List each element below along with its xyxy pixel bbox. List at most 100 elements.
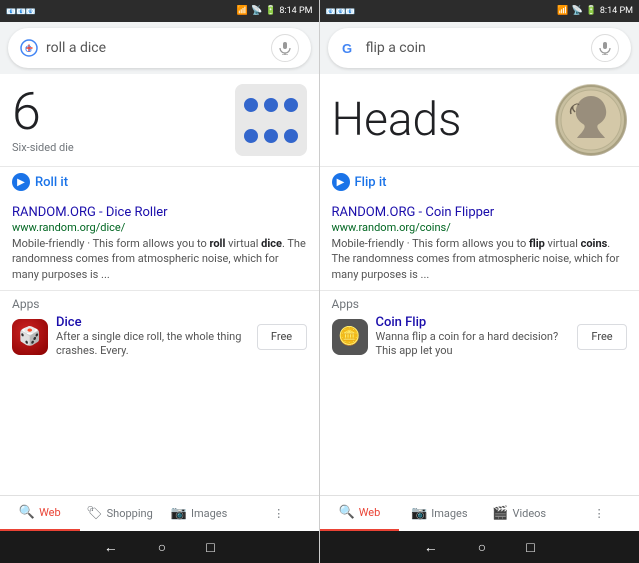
tab-web-right[interactable]: 🔍 Web [320, 496, 400, 531]
tab-videos-right[interactable]: 🎬 Videos [479, 496, 559, 531]
result-title-right[interactable]: RANDOM.ORG - Coin Flipper [332, 205, 628, 220]
tab-web-label-right: Web [359, 506, 381, 519]
dice-free-button[interactable]: Free [257, 324, 307, 350]
status-icons-left: 📧📧📧 [6, 7, 36, 16]
shopping-icon-left: 🏷 [86, 506, 103, 521]
time-display-right: 8:14 PM [600, 6, 633, 16]
result-snippet-right: Mobile-friendly · This form allows you t… [332, 236, 628, 282]
search-bar-right[interactable]: G flip a coin [328, 28, 632, 68]
tab-images-right[interactable]: 📷 Images [399, 496, 479, 531]
dice-app-name[interactable]: Dice [56, 315, 249, 330]
svg-text:G: G [25, 44, 32, 54]
url-base-left: www.random.org/ [12, 221, 100, 234]
result-title-left[interactable]: RANDOM.ORG - Dice Roller [12, 205, 307, 220]
wifi-icon-right: 📡 [571, 6, 582, 16]
coin-result-info: Heads [332, 93, 462, 147]
url-base-right: www.random.org/ [332, 221, 420, 234]
dice-result-info: 6 Six-sided die [12, 86, 74, 154]
status-icons-right-left: 📧📧📧 [326, 7, 356, 16]
coin-app-desc: Wanna flip a coin for a hard decision? T… [376, 330, 570, 359]
coin-app-info: Coin Flip Wanna flip a coin for a hard d… [376, 315, 570, 359]
result-url-right: www.random.org/coins/ [332, 221, 628, 234]
roll-it-button[interactable]: ▶ Roll it [0, 167, 319, 197]
roll-it-label: Roll it [35, 175, 68, 190]
left-panel: 📧📧📧 📶 📡 🔋 8:14 PM G roll a dice [0, 0, 320, 563]
search-bar-left[interactable]: G roll a dice [8, 28, 311, 68]
tab-images-label-left: Images [191, 507, 227, 520]
more-menu-right[interactable]: ⋮ [559, 496, 639, 531]
bottom-nav-left: 🔍 Web 🏷 Shopping 📷 Images ⋮ [0, 495, 319, 531]
random-org-coin-result[interactable]: RANDOM.ORG - Coin Flipper www.random.org… [320, 197, 639, 291]
wifi-icon: 📡 [251, 6, 262, 16]
system-nav-left: ← ○ □ [0, 531, 319, 563]
more-menu-left[interactable]: ⋮ [239, 496, 319, 531]
apps-label-left: Apps [12, 297, 307, 311]
home-button-left[interactable]: ○ [158, 539, 166, 556]
coin-svg [555, 84, 627, 156]
more-icon-right: ⋮ [594, 507, 605, 520]
dice-app-icon: 🎲 [12, 319, 48, 355]
tab-shopping-left[interactable]: 🏷 Shopping [80, 496, 160, 531]
back-button-right[interactable]: ← [424, 539, 438, 556]
mic-button-right[interactable] [591, 34, 619, 62]
signal-icon-right: 📶 [557, 6, 568, 16]
web-icon-left: 🔍 [19, 505, 35, 520]
recents-button-left[interactable]: □ [206, 539, 214, 556]
apps-section-right: Apps 🪙 Coin Flip Wanna flip a coin for a… [320, 291, 639, 363]
web-icon-right: 🔍 [339, 505, 355, 520]
time-display: 8:14 PM [279, 6, 312, 16]
search-query-right: flip a coin [366, 40, 592, 56]
url-path-right: coins/ [420, 221, 451, 234]
dice-number: 6 [12, 86, 74, 138]
coin-app-icon-emoji: 🪙 [338, 326, 360, 347]
random-org-dice-result[interactable]: RANDOM.ORG - Dice Roller www.random.org/… [0, 197, 319, 291]
apps-label-right: Apps [332, 297, 628, 311]
notification-icons-right: 📧📧📧 [326, 7, 356, 16]
images-icon-right: 📷 [411, 506, 427, 521]
url-path-left: dice/ [100, 221, 125, 234]
apps-section-left: Apps 🎲 Dice After a single dice roll, th… [0, 291, 319, 363]
bottom-nav-right: 🔍 Web 📷 Images 🎬 Videos ⋮ [320, 495, 639, 531]
flip-arrow-icon: ▶ [332, 173, 350, 191]
tab-images-left[interactable]: 📷 Images [159, 496, 239, 531]
google-logo-right: G [340, 39, 358, 57]
dice-result-card: 6 Six-sided die [0, 74, 319, 167]
flip-it-label: Flip it [355, 175, 387, 190]
search-query-left: roll a dice [46, 40, 271, 56]
dice-app-desc: After a single dice roll, the whole thin… [56, 330, 249, 359]
videos-icon-right: 🎬 [492, 506, 508, 521]
dice-visual [235, 84, 307, 156]
dice-app-icon-emoji: 🎲 [19, 326, 41, 347]
google-logo-left: G [20, 39, 38, 57]
notification-icons: 📧📧📧 [6, 7, 36, 16]
mic-button-left[interactable] [271, 34, 299, 62]
dot-3 [284, 98, 298, 112]
home-button-right[interactable]: ○ [478, 539, 486, 556]
dice-app-info: Dice After a single dice roll, the whole… [56, 315, 249, 359]
roll-arrow-icon: ▶ [12, 173, 30, 191]
dot-5 [264, 129, 278, 143]
dice-label: Six-sided die [12, 141, 74, 154]
coin-result-text: Heads [332, 93, 462, 147]
dot-6 [284, 129, 298, 143]
coin-free-button[interactable]: Free [577, 324, 627, 350]
svg-text:G: G [342, 41, 352, 56]
system-nav-right: ← ○ □ [320, 531, 639, 563]
status-icons-right-right: 📶 📡 🔋 8:14 PM [557, 6, 633, 16]
status-bar-left: 📧📧📧 📶 📡 🔋 8:14 PM [0, 0, 319, 22]
dice-app-item: 🎲 Dice After a single dice roll, the who… [12, 315, 307, 359]
coin-app-name[interactable]: Coin Flip [376, 315, 570, 330]
dot-1 [244, 98, 258, 112]
dot-4 [244, 129, 258, 143]
coin-app-item: 🪙 Coin Flip Wanna flip a coin for a hard… [332, 315, 628, 359]
result-url-left: www.random.org/dice/ [12, 221, 307, 234]
result-snippet-left: Mobile-friendly · This form allows you t… [12, 236, 307, 282]
recents-button-right[interactable]: □ [526, 539, 534, 556]
tab-web-left[interactable]: 🔍 Web [0, 496, 80, 531]
right-panel: 📧📧📧 📶 📡 🔋 8:14 PM G flip a coin [320, 0, 639, 563]
back-button-left[interactable]: ← [104, 539, 118, 556]
battery-icon: 🔋 [265, 6, 276, 16]
content-area-left: 6 Six-sided die ▶ Roll it RANDOM.ORG - D… [0, 74, 319, 495]
coin-app-icon: 🪙 [332, 319, 368, 355]
flip-it-button[interactable]: ▶ Flip it [320, 167, 639, 197]
